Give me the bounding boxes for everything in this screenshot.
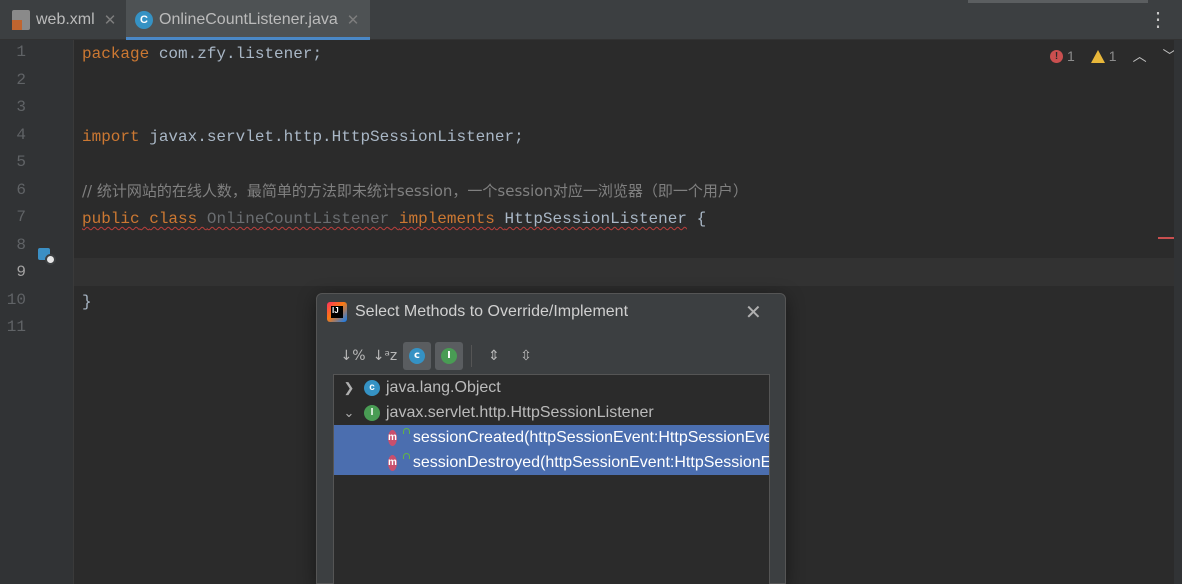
keyword: public <box>82 210 140 228</box>
line-number: 11 <box>6 318 26 336</box>
line-number: 1 <box>16 43 26 61</box>
xml-file-icon <box>12 10 30 30</box>
line-number: 5 <box>16 153 26 171</box>
java-class-icon: C <box>135 11 153 29</box>
current-line-highlight <box>74 258 1174 286</box>
tree-node-method[interactable]: m sessionCreated(httpSessionEvent:HttpSe… <box>334 425 769 450</box>
keyword: import <box>82 128 140 146</box>
method-icon: m <box>388 429 397 446</box>
warning-count: 1 <box>1108 48 1117 64</box>
line-number: 6 <box>16 181 26 199</box>
tab-scrollbar[interactable] <box>968 0 1148 3</box>
line-number-current: 9 <box>16 263 26 281</box>
code-line-comment: // 统计网站的在线人数，最简单的方法即未统计session，一个session… <box>82 177 748 205</box>
comment: // 统计网站的在线人数，最简单的方法即未统计session，一个session… <box>82 182 748 200</box>
tab-web-xml[interactable]: web.xml ✕ <box>12 0 124 40</box>
more-options-icon[interactable]: ⋮ <box>1148 10 1168 30</box>
import-path: javax.servlet.http.HttpSessionListener; <box>139 128 524 146</box>
show-interfaces-icon: I <box>441 348 457 364</box>
show-classes-button[interactable]: c <box>403 342 431 370</box>
show-classes-icon: c <box>409 348 425 364</box>
tree-node-label: java.lang.Object <box>386 378 501 396</box>
tree-node-label: javax.servlet.http.HttpSessionListener <box>386 403 654 421</box>
previous-highlight-icon[interactable]: ︿ <box>1133 46 1147 66</box>
line-number: 7 <box>16 208 26 226</box>
tree-node-method[interactable]: m sessionDestroyed(httpSessionEvent:Http… <box>334 450 769 475</box>
dialog-title-bar[interactable]: IJ Select Methods to Override/Implement … <box>317 294 785 330</box>
tree-node-label: sessionCreated(httpSessionEvent:HttpSess… <box>412 428 769 446</box>
expand-all-icon[interactable]: ⇕ <box>480 342 508 370</box>
line-number: 2 <box>16 71 26 89</box>
dialog-toolbar: ↓% ↓ᵃz c I ⇕ ⇳ <box>339 342 544 370</box>
inspection-widget[interactable]: ! 1 1 ︿ ﹀ <box>1050 46 1177 66</box>
class-icon: c <box>364 379 380 396</box>
close-icon[interactable]: ✕ <box>745 300 762 325</box>
intellij-logo-icon: IJ <box>327 302 347 322</box>
tab-online-count-listener[interactable]: C OnlineCountListener.java ✕ <box>126 0 370 40</box>
code-line-package: package com.zfy.listener; <box>82 40 322 68</box>
line-number-gutter: 1 2 3 4 5 6 7 8 9 10 11 <box>0 40 74 584</box>
code-line-class-declaration: public class OnlineCountListener impleme… <box>82 205 706 233</box>
close-icon[interactable]: ✕ <box>104 11 117 29</box>
dialog-title: Select Methods to Override/Implement <box>355 303 629 320</box>
tab-label: OnlineCountListener.java <box>159 11 338 28</box>
editor-tab-bar: web.xml ✕ C OnlineCountListener.java ✕ ⋮ <box>0 0 1182 40</box>
interface-name: HttpSessionListener <box>504 210 687 228</box>
sort-by-visibility-icon[interactable]: ↓% <box>339 342 367 370</box>
show-interfaces-button[interactable]: I <box>435 342 463 370</box>
code-line-close-brace: } <box>82 288 92 316</box>
error-icon: ! <box>1050 49 1063 63</box>
chevron-right-icon[interactable]: ❯ <box>342 380 356 396</box>
line-number: 3 <box>16 98 26 116</box>
methods-tree[interactable]: ❯ c java.lang.Object ⌄ I javax.servlet.h… <box>333 374 770 584</box>
package-name: com.zfy.listener; <box>149 45 323 63</box>
chevron-down-icon[interactable]: ⌄ <box>342 405 356 421</box>
close-brace: } <box>82 293 92 311</box>
warning-icon <box>1090 49 1105 63</box>
override-methods-dialog: IJ Select Methods to Override/Implement … <box>316 293 786 584</box>
collapse-all-icon[interactable]: ⇳ <box>512 342 540 370</box>
class-name: OnlineCountListener <box>206 210 390 228</box>
error-stripe-marker[interactable] <box>1158 237 1174 239</box>
sort-alphabetically-icon[interactable]: ↓ᵃz <box>371 342 399 370</box>
keyword: class <box>149 210 198 228</box>
method-icon: m <box>388 454 397 471</box>
tree-node-class[interactable]: ❯ c java.lang.Object <box>334 375 769 400</box>
keyword: package <box>82 45 150 63</box>
open-brace: { <box>696 210 707 228</box>
interface-icon: I <box>364 404 380 421</box>
line-number: 10 <box>6 291 26 309</box>
implement-interface-gutter-icon[interactable] <box>38 248 56 266</box>
close-icon[interactable]: ✕ <box>347 11 360 29</box>
code-line-import: import javax.servlet.http.HttpSessionLis… <box>82 123 524 151</box>
line-number: 8 <box>16 236 26 254</box>
line-number: 4 <box>16 126 26 144</box>
toolbar-separator <box>471 345 472 367</box>
keyword: implements <box>398 210 495 228</box>
tree-node-label: sessionDestroyed(httpSessionEvent:HttpSe… <box>412 453 769 471</box>
tab-label: web.xml <box>36 11 95 28</box>
editor-scrollbar[interactable] <box>1174 40 1182 584</box>
tree-node-interface[interactable]: ⌄ I javax.servlet.http.HttpSessionListen… <box>334 400 769 425</box>
error-count: 1 <box>1067 48 1075 64</box>
